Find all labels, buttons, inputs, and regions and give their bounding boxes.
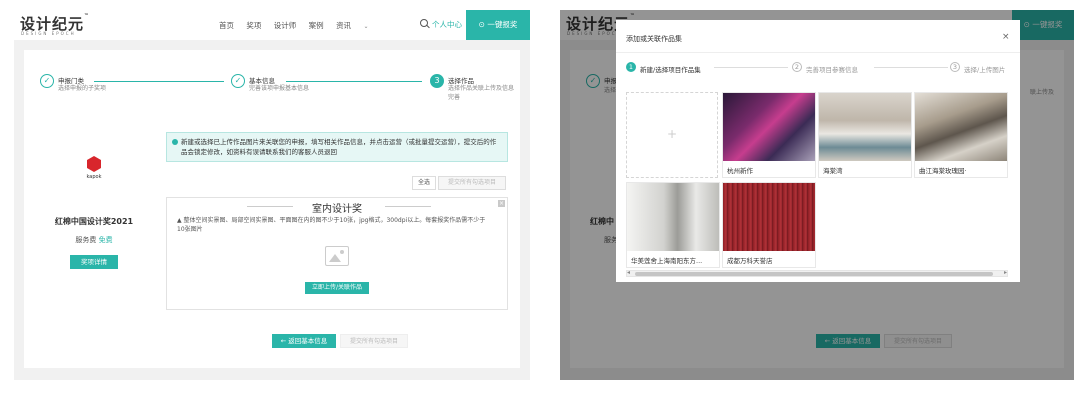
- work-title: 华美莲舍上海南阳东方...: [631, 257, 703, 265]
- warning-icon: ▲: [177, 217, 182, 224]
- award-name: 红棉中国设计奖2021: [54, 217, 134, 226]
- info-icon: [172, 139, 178, 145]
- check-icon: ✓: [40, 74, 54, 88]
- chevron-down-icon: ⌄: [363, 23, 369, 30]
- top-navbar: 设计纪元™ DESIGN EPOCH 首页 奖项 设计师 案例 资讯 ⌄ 个人中…: [14, 10, 530, 40]
- horizontal-scrollbar[interactable]: ◂ ▸: [626, 269, 1008, 277]
- select-all-button[interactable]: 全选: [412, 176, 436, 190]
- nav-item-news[interactable]: 资讯 ⌄: [336, 21, 378, 30]
- work-thumbnail: [723, 183, 815, 251]
- upload-area: 室内设计奖 × ▲ 整体空间实景图、局部空间实景图、平面图在内的图不少于10张，…: [166, 197, 508, 310]
- award-submission-page-modal-open: 设计纪元™ DESIGN EPOCH ⊙ 一键报奖 ✓ 申报 选择 联上传及 红…: [560, 10, 1074, 380]
- work-thumbnail: [915, 93, 1007, 161]
- work-thumbnail: [819, 93, 911, 161]
- work-tile[interactable]: 华美莲舍上海南阳东方...: [626, 182, 720, 268]
- nav-item-awards[interactable]: 奖项: [246, 21, 261, 30]
- upload-requirements: ▲ 整体空间实景图、局部空间实景图、平面图在内的图不少于10张，jpg格式，30…: [177, 217, 486, 233]
- check-icon: ✓: [231, 74, 245, 88]
- work-tile[interactable]: 成都万科天誉店: [722, 182, 816, 268]
- award-detail-button[interactable]: 奖项详情: [70, 255, 118, 269]
- step-connector: [286, 81, 422, 82]
- scrollbar-thumb[interactable]: [635, 272, 993, 276]
- brand-subtitle: DESIGN EPOCH: [21, 31, 76, 36]
- scroll-left-icon[interactable]: ◂: [627, 269, 630, 276]
- search-icon[interactable]: [420, 19, 428, 27]
- main-card: ✓ 申报门类 选择申报的子奖项 ✓ 基本信息 完善该项申报基本信息 3 选择作品…: [24, 50, 520, 368]
- work-tile[interactable]: 海棠湾: [818, 92, 912, 178]
- submit-icon: ⊙: [478, 20, 485, 29]
- step-number: 3: [430, 74, 444, 88]
- step-connector: [94, 81, 224, 82]
- modal-step-2-number: 2: [792, 62, 802, 72]
- modal-step-3-number: 3: [950, 62, 960, 72]
- award-fee: 服务费 免费: [75, 236, 113, 244]
- nav-item-cases[interactable]: 案例: [309, 21, 324, 30]
- work-title: 曲江海棠玫瑰园·: [919, 167, 967, 175]
- bottom-submit-selected-button[interactable]: 提交所有勾选项目: [340, 334, 408, 348]
- award-logo-text: kapok: [86, 174, 102, 180]
- back-to-basic-info-button[interactable]: ← 返回基本信息: [272, 334, 336, 348]
- nav-item-designers[interactable]: 设计师: [274, 21, 297, 30]
- modal-step-1-number: 1: [626, 62, 636, 72]
- close-icon[interactable]: ×: [498, 200, 505, 207]
- modal-title: 添加或关联作品集: [626, 35, 682, 43]
- user-center-link[interactable]: 个人中心: [432, 19, 462, 30]
- work-thumbnail: [723, 93, 815, 161]
- award-logo-icon: [87, 156, 101, 172]
- main-nav: 首页 奖项 设计师 案例 资讯 ⌄: [219, 20, 388, 31]
- step-desc: 选择作品关联上传及信息完善: [448, 85, 515, 101]
- upload-link-works-button[interactable]: 立即上传/关联作品: [305, 282, 369, 294]
- modal-step-2-label: 完善项目参赛信息: [806, 66, 858, 74]
- work-tile[interactable]: 曲江海棠玫瑰园·: [914, 92, 1008, 178]
- modal-step-1-label: 新建/选择项目作品集: [640, 66, 701, 74]
- work-thumbnail: [627, 183, 719, 251]
- step-connector: [714, 67, 788, 68]
- step-desc: 选择申报的子奖项: [58, 85, 107, 92]
- plus-icon: +: [667, 127, 678, 141]
- work-tile[interactable]: 杭州新作: [722, 92, 816, 178]
- add-new-work-tile[interactable]: +: [626, 92, 718, 178]
- work-title: 杭州新作: [727, 167, 753, 175]
- nav-item-home[interactable]: 首页: [219, 21, 234, 30]
- link-works-modal: 添加或关联作品集 × 1 新建/选择项目作品集 2 完善项目参赛信息 3 选择/…: [616, 20, 1020, 282]
- scroll-right-icon[interactable]: ▸: [1004, 269, 1007, 276]
- upload-area-title: 室内设计奖: [312, 204, 362, 215]
- image-placeholder-icon: [325, 246, 349, 266]
- close-icon[interactable]: ×: [1002, 32, 1010, 42]
- title-divider: [385, 206, 431, 207]
- step-desc: 完善该项申报基本信息: [249, 85, 310, 92]
- work-title: 海棠湾: [823, 167, 843, 175]
- modal-step-3-label: 选择/上传图片: [964, 66, 1006, 74]
- modal-header-divider: [616, 52, 1020, 53]
- work-title: 成都万科天誉店: [727, 257, 773, 265]
- submit-selected-button[interactable]: 提交所有勾选项目: [438, 176, 506, 190]
- one-click-submit-button[interactable]: ⊙ 一键报奖: [466, 10, 530, 40]
- step-connector: [874, 67, 948, 68]
- instruction-notice: 新建或选择已上传作品图片来关联您的申报，填写相关作品信息，并点击运营（或批量提交…: [166, 132, 508, 162]
- award-submission-page: 设计纪元™ DESIGN EPOCH 首页 奖项 设计师 案例 资讯 ⌄ 个人中…: [14, 10, 530, 380]
